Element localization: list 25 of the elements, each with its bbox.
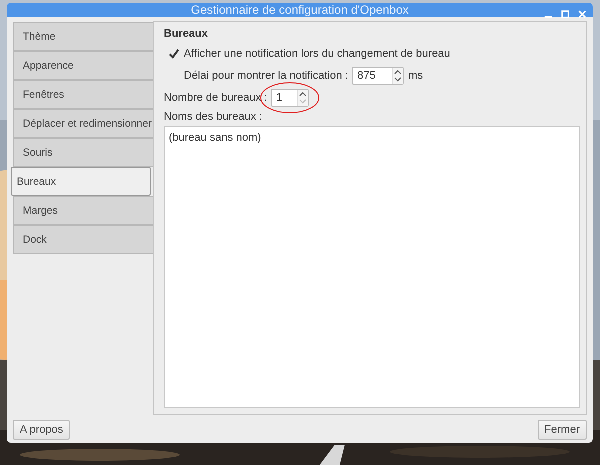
field-label: Nombre de bureaux : [164, 92, 268, 104]
unit-label: ms [408, 70, 424, 82]
close-icon[interactable] [578, 10, 587, 19]
field-label: Délai pour montrer la notification : [184, 70, 348, 82]
list-label: Noms des bureaux : [164, 111, 264, 125]
list-item[interactable]: (bureau sans nom) [169, 132, 575, 144]
tab[interactable]: Déplacer et redimensionner [13, 109, 153, 138]
names-list[interactable]: (bureau sans nom) [164, 126, 580, 408]
window-title: Gestionnaire de configuration d'Openbox [191, 3, 409, 17]
checkbox[interactable] [168, 48, 180, 60]
checkbox-label: Afficher une notification lors du changement de bureau [184, 48, 450, 60]
close-button[interactable]: Fermer [538, 420, 587, 440]
annotation-ellipse [260, 82, 320, 114]
tab[interactable]: Souris [13, 138, 153, 167]
spin-field[interactable]: 875 [352, 67, 404, 85]
tab[interactable]: Bureaux [11, 167, 151, 196]
about-button[interactable]: A propos [13, 420, 70, 440]
tab[interactable]: Marges [13, 196, 153, 225]
maximize-icon[interactable] [561, 10, 570, 19]
spin-field[interactable]: 1 [271, 89, 310, 107]
section-title: Bureaux [164, 28, 210, 42]
tab[interactable]: Fenêtres [13, 80, 153, 109]
tab[interactable]: Thème [13, 22, 153, 51]
tab[interactable]: Dock [13, 225, 153, 254]
tab[interactable]: Apparence [13, 51, 153, 80]
